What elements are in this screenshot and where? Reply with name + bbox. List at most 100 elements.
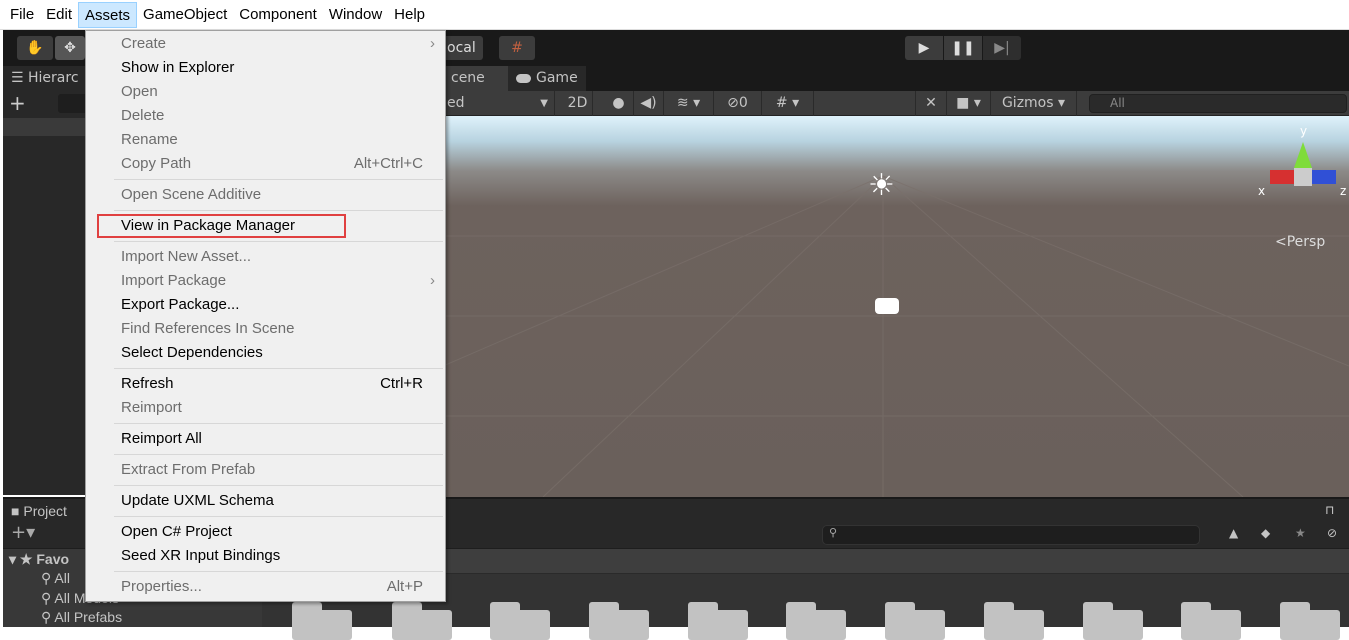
menu-edit[interactable]: Edit [40, 2, 78, 28]
menu-item-label: Rename [121, 131, 178, 148]
folder-icon[interactable] [292, 602, 352, 640]
chevron-right-icon: › [430, 272, 435, 289]
scene-view[interactable]: ☀ y x z <Persp [443, 116, 1349, 497]
menu-item-view-in-package-manager[interactable]: View in Package Manager [97, 214, 346, 238]
folder-icon[interactable] [1181, 602, 1241, 640]
menu-item-reimport-all[interactable]: Reimport All [86, 427, 445, 451]
orientation-gizmo[interactable]: y x z [1258, 124, 1346, 214]
menu-item-refresh[interactable]: Refresh Ctrl+R [86, 372, 445, 396]
menu-item-delete[interactable]: Delete [86, 104, 445, 128]
audio-icon[interactable]: ◀) [634, 91, 664, 116]
tab-game[interactable]: Game [508, 66, 586, 91]
menu-item-import-new-asset[interactable]: Import New Asset... [86, 245, 445, 269]
menu-assets[interactable]: Assets [78, 1, 138, 28]
menu-item-export-package[interactable]: Export Package... [86, 293, 445, 317]
shading-mode-dropdown[interactable]: ed ▼ [443, 91, 555, 116]
favorite-item[interactable]: ⚲ All Prefabs [41, 609, 122, 626]
move-tool-button[interactable]: ✥ [55, 36, 85, 60]
directional-light-icon[interactable]: ☀ [868, 168, 895, 203]
search-icon: ⚲ [829, 526, 838, 539]
project-search-input[interactable]: ⚲ [822, 525, 1200, 545]
menu-separator [86, 482, 445, 489]
folder-icon[interactable] [392, 602, 452, 640]
menu-item-show-in-explorer[interactable]: Show in Explorer [86, 56, 445, 80]
folder-icon[interactable] [589, 602, 649, 640]
menu-item-properties[interactable]: Properties... Alt+P [86, 575, 445, 599]
effects-icon[interactable]: ≋ ▾ [664, 91, 714, 116]
menu-item-select-dependencies[interactable]: Select Dependencies [86, 341, 445, 365]
pause-button[interactable]: ❚❚ [944, 36, 982, 60]
menu-window[interactable]: Window [323, 2, 388, 28]
add-button[interactable]: + [9, 91, 26, 115]
tab-hierarchy[interactable]: ☰ Hierarc [3, 66, 87, 91]
grid-snap-button[interactable]: # [499, 36, 535, 60]
chevron-down-icon: ▼ [540, 98, 548, 109]
menu-item-reimport[interactable]: Reimport [86, 396, 445, 420]
folder-icon[interactable] [984, 602, 1044, 640]
y-axis-cone[interactable] [1294, 142, 1312, 168]
z-axis-cone[interactable] [1312, 170, 1336, 184]
favorites-item[interactable]: ▾ ★ Favo [9, 551, 69, 568]
menu-item-copy-path[interactable]: Copy Path Alt+Ctrl+C [86, 152, 445, 176]
scene-search-input[interactable]: All [1089, 94, 1347, 113]
menu-gameobject[interactable]: GameObject [137, 2, 233, 28]
eye-slash-icon[interactable]: ⊘ [1327, 526, 1337, 540]
perspective-label[interactable]: <Persp [1275, 234, 1325, 250]
gizmos-dropdown[interactable]: Gizmos ▾ [991, 91, 1077, 116]
center-cube[interactable] [1294, 168, 1312, 186]
shortcut-label: Alt+P [386, 578, 423, 595]
star-icon[interactable]: ★ [1295, 526, 1306, 540]
menu-item-label: Open [121, 83, 158, 100]
filter-type-icon[interactable]: ▲ [1229, 526, 1238, 540]
grid-icon[interactable]: # ▾ [762, 91, 814, 116]
menu-item-rename[interactable]: Rename [86, 128, 445, 152]
menu-item-seed-xr-input-bindings[interactable]: Seed XR Input Bindings [86, 544, 445, 568]
menu-item-update-uxml-schema[interactable]: Update UXML Schema [86, 489, 445, 513]
camera-icon[interactable]: ■ ▾ [947, 91, 991, 116]
folder-icon[interactable] [490, 602, 550, 640]
pause-icon: ❚❚ [951, 40, 975, 56]
2d-toggle[interactable]: 2D [563, 91, 593, 116]
menu-item-find-references-in-scene[interactable]: Find References In Scene [86, 317, 445, 341]
menu-item-create[interactable]: Create › [86, 32, 445, 56]
folder-icon[interactable] [1280, 602, 1340, 640]
menu-item-label: Select Dependencies [121, 344, 263, 361]
create-button[interactable]: +▾ [11, 522, 35, 543]
menu-item-open[interactable]: Open [86, 80, 445, 104]
menu-component[interactable]: Component [233, 2, 323, 28]
folder-icon[interactable] [885, 602, 945, 640]
menu-help[interactable]: Help [388, 2, 431, 28]
menu-item-open-scene-additive[interactable]: Open Scene Additive [86, 183, 445, 207]
lock-icon[interactable]: ⊓ [1325, 503, 1334, 517]
step-button[interactable]: ▶| [983, 36, 1021, 60]
menu-item-extract-from-prefab[interactable]: Extract From Prefab [86, 458, 445, 482]
menu-item-label: Seed XR Input Bindings [121, 547, 281, 564]
shortcut-label: Alt+Ctrl+C [353, 155, 423, 172]
play-button[interactable]: ▶ [905, 36, 943, 60]
x-axis-cone[interactable] [1270, 170, 1294, 184]
menu-bar: File Edit Assets GameObject Component Window H… [0, 0, 1349, 30]
folder-icon[interactable] [688, 602, 748, 640]
folder-icon[interactable] [1083, 602, 1143, 640]
menu-item-label: Reimport All [121, 430, 202, 447]
label-icon[interactable]: ◆ [1261, 526, 1270, 540]
lighting-icon[interactable]: ● [604, 91, 634, 116]
assets-menu: Create › Show in Explorer Open Delete Rename C… [85, 30, 446, 602]
hidden-objects-toggle[interactable]: ⊘0 [714, 91, 762, 116]
hand-tool-button[interactable]: ✋ [17, 36, 53, 60]
menu-item-open-c-project[interactable]: Open C# Project [86, 520, 445, 544]
tools-icon[interactable]: ✕ [915, 91, 947, 116]
folder-icon[interactable] [786, 602, 846, 640]
menu-item-label: Open C# Project [121, 523, 232, 540]
menu-item-label: Export Package... [121, 296, 240, 313]
favorite-item[interactable]: ⚲ All [41, 570, 70, 587]
menu-item-label: Import Package [121, 272, 227, 289]
tab-scene[interactable]: cene [443, 66, 508, 91]
menu-item-label: View in Package Manager [121, 217, 295, 234]
menu-file[interactable]: File [4, 2, 40, 28]
menu-item-label: Properties... [121, 578, 202, 595]
tab-project[interactable]: ■ Project [11, 503, 67, 519]
menu-item-import-package[interactable]: Import Package › [86, 269, 445, 293]
camera-gizmo-icon[interactable] [875, 298, 899, 314]
menu-item-label: Find References In Scene [121, 320, 295, 337]
